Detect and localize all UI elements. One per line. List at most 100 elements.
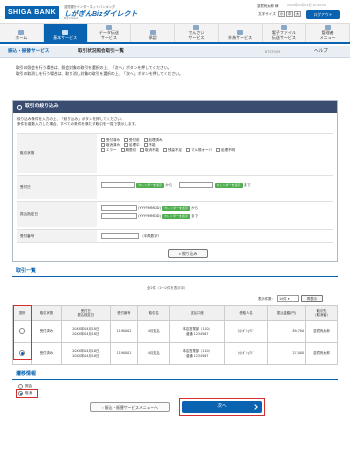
date-from-input[interactable]	[101, 182, 135, 188]
table-row[interactable]: 受付済み 20XX年04月18日 20XX年04月18日 1190002 4月支…	[11, 320, 338, 343]
display-count-control: 表示件数： 10件 ▾ 再表示	[258, 295, 323, 302]
status-opt[interactable]: 残高不足	[163, 148, 182, 153]
checkbox[interactable]	[215, 148, 220, 152]
display-count-value: 10件	[278, 297, 287, 301]
date-row: 受付日 カレンダーを表示 から カレンダーを表示 まで	[17, 175, 333, 199]
col-name[interactable]: 取引名	[137, 305, 171, 321]
status-label: 取引状態	[17, 134, 97, 173]
name-cell: 4月支払	[137, 342, 171, 365]
receipt-label: 受付番号	[17, 230, 97, 242]
checkbox[interactable]	[124, 138, 128, 142]
bank-logo[interactable]: SHIGA BANK	[5, 6, 59, 19]
filter-panel: 取引の絞り込み 絞り込み条件を入力の上、「絞り込み」ボタンを押してください。 条…	[12, 100, 338, 262]
filter-title: 取引の絞り込み	[25, 104, 59, 109]
checkbox[interactable]	[140, 148, 144, 152]
logout-button[interactable]: ログアウト	[306, 10, 340, 19]
back-to-menu-button[interactable]: ‹ 振込・振替サービスメニューへ	[90, 402, 170, 412]
nav-efile[interactable]: 電子ファイル 伝送サービス	[263, 24, 307, 42]
next-button-highlight	[179, 398, 265, 416]
transfer-to-input[interactable]	[101, 213, 137, 219]
checkbox[interactable]	[124, 143, 128, 147]
results-table: 選択 取引状態 受付日 振込指定日 受付番号 取引名 支払口座 受取人名 振込金…	[11, 305, 338, 365]
date-format: (YYYYMMDD)	[138, 206, 161, 210]
filter-panel-header[interactable]: 取引の絞り込み	[13, 101, 337, 113]
date-to-input[interactable]	[179, 182, 214, 188]
nav-densai[interactable]: でんさい サービス	[175, 24, 219, 42]
status-opt[interactable]: エラー	[101, 148, 117, 153]
checkbox[interactable]	[120, 148, 125, 152]
transfer-from-input[interactable]	[101, 205, 137, 211]
font-medium-button[interactable]: 中	[286, 11, 294, 17]
half-width-note: （半角数字）	[140, 234, 162, 238]
col-operator: 取引先 (取消者)	[305, 305, 338, 321]
font-large-button[interactable]: 大	[294, 11, 302, 17]
date-format: (YYYYMMDD)	[138, 214, 161, 218]
font-small-button[interactable]: 小	[278, 11, 286, 17]
display-count-select[interactable]: 10件 ▾	[276, 295, 299, 302]
payee-cell: ｶ)ｼｶﾞｼｮｳｼﾞ	[224, 320, 268, 343]
filter-button[interactable]: ⌕ 絞り込み	[168, 249, 208, 258]
calendar-button[interactable]: カレンダーを表示	[161, 205, 190, 211]
transfer-date-label: 振込指定日	[17, 202, 97, 227]
col-receipt-no[interactable]: 受付番号	[109, 305, 139, 321]
checkbox[interactable]	[101, 138, 105, 142]
opt-label: 処理中	[129, 143, 140, 147]
intro-line: 取引の取消しを行う場合は、取り消し対象の取引を選択の上、「次へ」ボタンを押してく…	[16, 70, 183, 76]
status-opt[interactable]: 処理不明	[215, 148, 235, 153]
opt-label: 不能	[148, 143, 156, 147]
col-payee[interactable]: 受取人名	[224, 305, 268, 321]
calendar-button[interactable]: カレンダーを表示	[161, 213, 190, 219]
calendar-button[interactable]: カレンダーを表示	[136, 182, 165, 188]
checkbox[interactable]	[101, 148, 105, 152]
checkbox[interactable]	[163, 148, 167, 152]
redisplay-button[interactable]: 再表示	[300, 295, 323, 302]
date-cell: 20XX年04月18日 20XX年04月18日	[60, 342, 111, 365]
nav-basic-services[interactable]: 基本サービス	[43, 24, 88, 42]
opt-label: 受付済み	[106, 138, 120, 142]
status-opt[interactable]: 期限切	[120, 148, 136, 153]
date-label: 受付日	[17, 176, 97, 199]
nav-data-transfer[interactable]: データ伝送 サービス	[88, 24, 132, 42]
nav-label: 外為サービス	[228, 34, 253, 40]
checkbox[interactable]	[143, 138, 148, 142]
divider	[12, 276, 338, 277]
receipt-cell: 1190002	[109, 320, 139, 343]
amount-cell: 27,000	[266, 342, 307, 365]
opt-label: 処理済み	[148, 138, 163, 142]
user-name: 滋賀商太郎 様	[257, 4, 279, 8]
filter-button-label: 絞り込み	[182, 251, 198, 256]
receipt-cell: 1190001	[109, 342, 139, 365]
last-login: 20XX年04月16日 10:00:00	[287, 3, 326, 7]
nav-admin[interactable]: 管理者 メニュー	[306, 24, 350, 42]
nav-label: でんさい サービス	[188, 30, 205, 40]
status-cell: 受付済み	[31, 342, 62, 365]
name-cell: 4月支払	[137, 320, 171, 343]
from-label: から	[165, 183, 173, 187]
brand-small: Biz Direct	[64, 16, 79, 20]
receipt-input[interactable]	[101, 233, 139, 239]
status-opt[interactable]: 取消不能	[140, 148, 159, 153]
search-icon	[17, 104, 22, 110]
checkbox[interactable]	[186, 148, 190, 152]
opt-label: 取消不能	[145, 148, 159, 152]
col-status[interactable]: 取引状態	[31, 305, 62, 321]
opt-label: マル規オーバ	[191, 148, 212, 152]
opt-label: エラー	[106, 148, 117, 152]
table-row[interactable]: 受付済み 20XX年04月18日 20XX年04月18日 1190001 4月支…	[11, 342, 338, 365]
opt-label: 取消済み	[106, 143, 120, 147]
operator-cell: 滋賀商太郎	[305, 320, 338, 343]
nav-home[interactable]: ホーム	[0, 24, 44, 42]
nav-approval[interactable]: 承認	[131, 24, 175, 42]
col-date[interactable]: 受付日 振込指定日	[60, 305, 111, 321]
col-amount[interactable]: 振込金額(円)	[266, 305, 307, 321]
nav-forex[interactable]: 外為サービス	[219, 24, 263, 42]
amount-cell: 89,700	[266, 320, 307, 343]
date-cell: 20XX年04月18日 20XX年04月18日	[60, 320, 111, 343]
col-account: 支払口座	[169, 305, 226, 321]
status-opt[interactable]: マル規オーバ	[186, 148, 212, 153]
checkbox[interactable]	[101, 143, 105, 147]
calendar-button[interactable]: カレンダーを表示	[214, 182, 243, 188]
to-label: まで	[191, 214, 199, 218]
checkbox[interactable]	[143, 143, 148, 147]
help-link[interactable]: ヘルプ	[314, 46, 328, 58]
